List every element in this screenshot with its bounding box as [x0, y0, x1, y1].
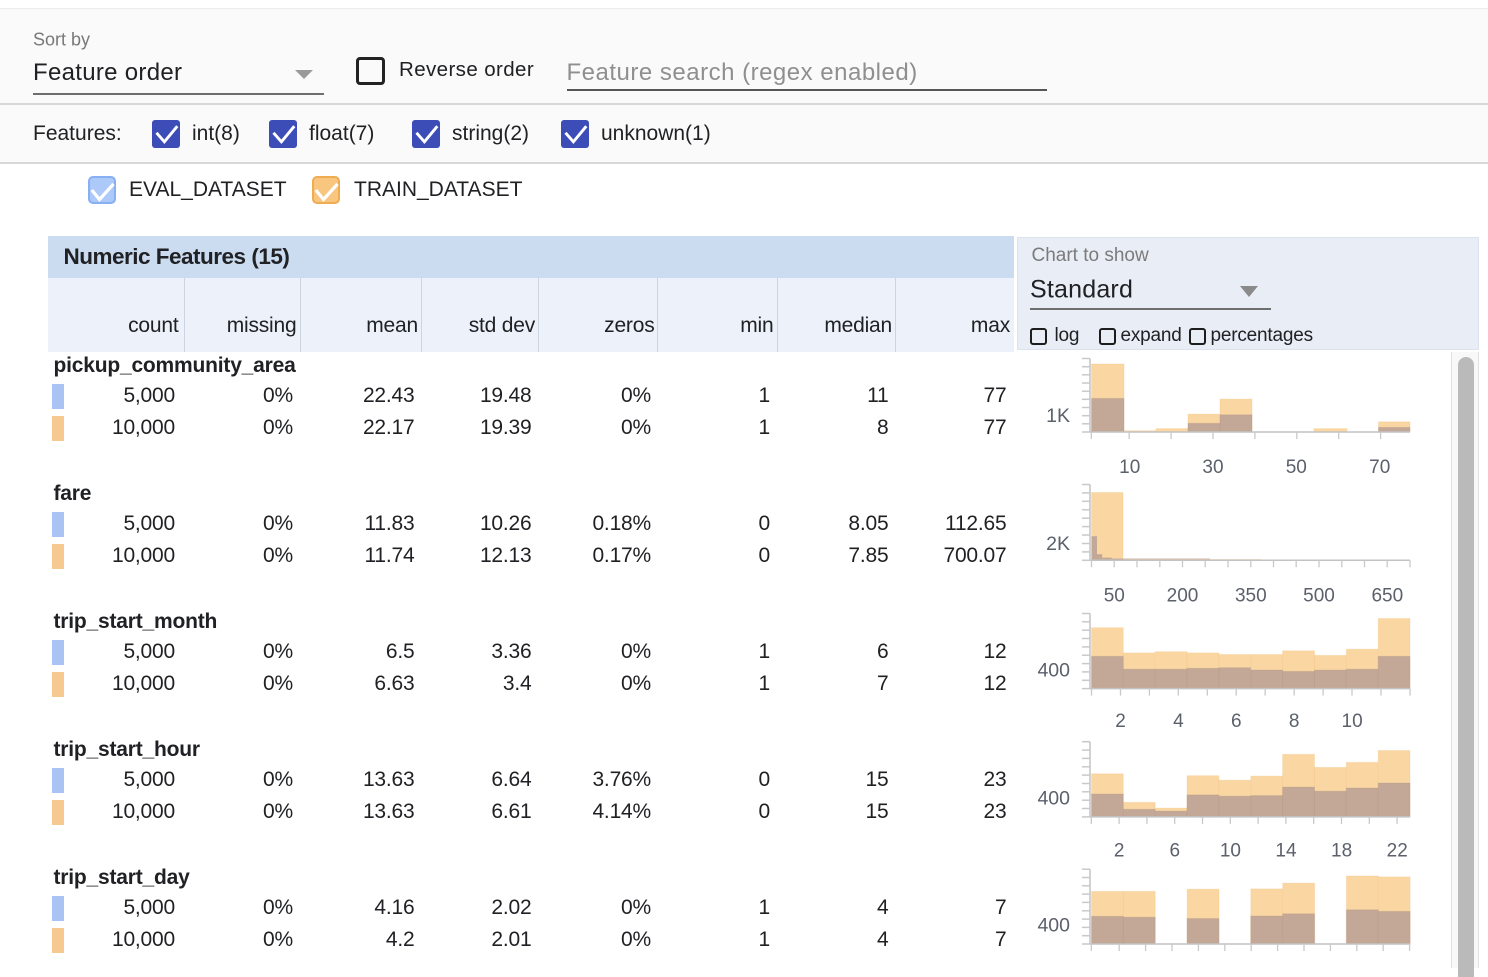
- svg-text:10: 10: [1220, 841, 1241, 862]
- svg-text:10: 10: [1119, 457, 1140, 478]
- svg-text:6: 6: [1170, 841, 1181, 862]
- svg-text:400: 400: [1037, 787, 1070, 809]
- svg-text:400: 400: [1037, 660, 1070, 682]
- svg-text:4: 4: [1173, 711, 1184, 732]
- svg-text:18: 18: [1331, 841, 1352, 862]
- svg-text:8: 8: [1289, 711, 1300, 732]
- svg-text:2: 2: [1114, 841, 1125, 862]
- svg-text:6: 6: [1231, 711, 1242, 732]
- svg-text:50: 50: [1286, 457, 1307, 478]
- svg-text:10: 10: [1342, 711, 1363, 732]
- svg-text:2K: 2K: [1046, 533, 1070, 555]
- svg-text:1K: 1K: [1046, 405, 1070, 427]
- svg-text:350: 350: [1235, 586, 1267, 607]
- svg-text:2: 2: [1115, 711, 1126, 732]
- svg-text:650: 650: [1371, 586, 1403, 607]
- svg-text:200: 200: [1167, 586, 1199, 607]
- svg-text:500: 500: [1303, 586, 1335, 607]
- svg-text:14: 14: [1275, 841, 1297, 862]
- svg-text:70: 70: [1369, 457, 1390, 478]
- svg-text:400: 400: [1037, 915, 1070, 937]
- svg-text:30: 30: [1202, 457, 1223, 478]
- svg-text:50: 50: [1104, 586, 1125, 607]
- svg-text:22: 22: [1387, 841, 1408, 862]
